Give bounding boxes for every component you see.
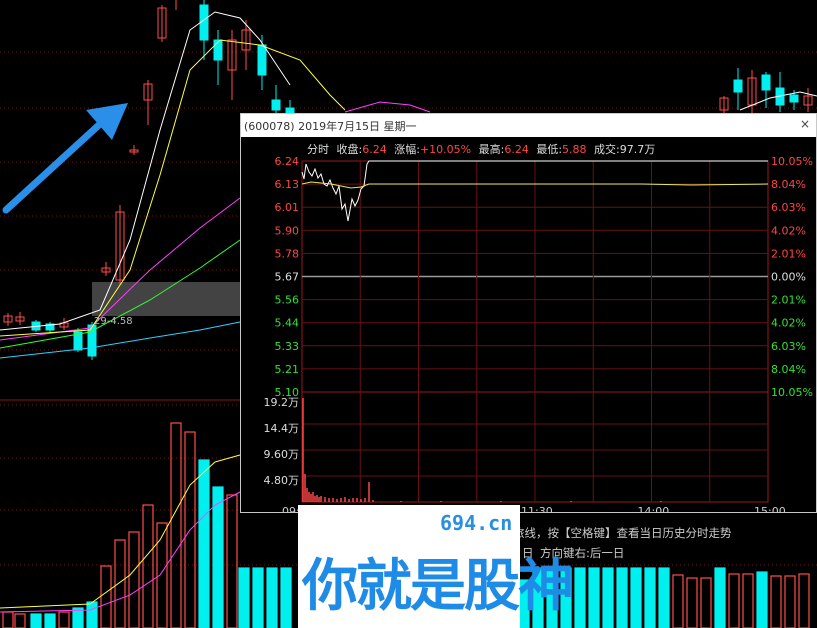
- percent-axis-label: 8.04%: [771, 363, 806, 376]
- highlight-band: [92, 282, 240, 316]
- volume-bar: [2, 611, 14, 628]
- percent-axis-label: 6.03%: [771, 201, 806, 214]
- volume-axis-label: 4.80万: [264, 474, 300, 487]
- price-axis-label: 6.01: [275, 201, 300, 214]
- volume-bar: [658, 567, 670, 628]
- volume-bar: [742, 573, 754, 628]
- price-axis-label: 5.21: [275, 363, 300, 376]
- candlestick: [789, 94, 799, 103]
- ma20-line-right: [344, 101, 431, 113]
- volume-axis-label: 14.4万: [264, 422, 300, 435]
- volume-bar: [266, 567, 278, 628]
- volume-bar: [198, 459, 210, 628]
- volume-bar: [14, 613, 26, 628]
- time-axis-label: 11:30: [521, 505, 553, 512]
- price-axis-label: 6.13: [275, 178, 300, 191]
- volume-axis-label: 19.2万: [264, 396, 300, 409]
- volume-bar: [630, 567, 642, 628]
- percent-axis-label: 2.01%: [771, 294, 806, 307]
- volume-bar: [212, 486, 224, 628]
- volume-bar: [44, 613, 56, 628]
- volume-bar: [700, 577, 712, 628]
- percent-axis-label: 6.03%: [771, 340, 806, 353]
- watermark-text: 你就是股神: [302, 554, 574, 619]
- volume-bar: [714, 567, 726, 628]
- intraday-chart: 6.24 10.05% 6.13 8.04% 6.01 6.03% 5.90 4.02% 5.7…: [264, 155, 813, 512]
- volume-bar: [128, 531, 140, 628]
- volume-bar: [686, 577, 698, 628]
- volume-bar: [72, 607, 84, 628]
- price-axis-label: 5.78: [275, 247, 300, 260]
- candlestick: [733, 79, 743, 93]
- volume-bar: [280, 567, 292, 628]
- volume-bar: [574, 567, 586, 628]
- intraday-popup[interactable]: (600078) 2019年7月15日 星期一 × 分时 收盘:6.24 涨幅:…: [240, 113, 817, 513]
- volume-bar: [784, 575, 796, 628]
- percent-axis-label: 4.02%: [771, 224, 806, 237]
- volume-bar: [252, 567, 264, 628]
- watermark-logo: 694.cn 你就是股神: [298, 505, 574, 628]
- volume-bar: [100, 565, 112, 628]
- ma-value-label: 29-4.58: [94, 316, 133, 327]
- price-axis-label: 5.33: [275, 340, 300, 353]
- volume-bar: [30, 613, 42, 628]
- time-axis-label: 14:00: [638, 505, 670, 512]
- price-axis-label: 5.67: [275, 271, 300, 284]
- percent-axis-label: 8.04%: [771, 178, 806, 191]
- price-axis-label: 5.44: [275, 317, 300, 330]
- volume-bar: [170, 422, 182, 628]
- volume-bar: [58, 611, 70, 628]
- volume-bar: [86, 601, 98, 628]
- candlestick: [271, 99, 281, 111]
- volume-bar: [142, 504, 154, 628]
- volume-bar: [644, 567, 656, 628]
- candlestick: [257, 44, 267, 76]
- price-axis-label: 5.56: [275, 294, 300, 307]
- volume-bar: [114, 539, 126, 628]
- percent-axis-label: 10.05%: [771, 386, 813, 399]
- volume-bar: [602, 567, 614, 628]
- volume-bar: [728, 573, 740, 628]
- volume-bar: [798, 573, 810, 628]
- volume-bar: [238, 567, 250, 628]
- percent-axis-label: 4.02%: [771, 317, 806, 330]
- annotation-arrow: [2, 120, 104, 214]
- volume-bar: [672, 574, 684, 628]
- hint-space-key: 旅线，按【空格键】查看当日历史分时走势: [513, 526, 732, 540]
- time-axis-label: 15:00: [754, 505, 786, 512]
- volume-bar: [770, 575, 782, 628]
- volume-bar: [756, 571, 768, 628]
- volume-axis-label: 9.60万: [264, 448, 300, 461]
- percent-axis-label: 2.01%: [771, 247, 806, 260]
- price-axis-label: 5.90: [275, 224, 300, 237]
- volume-bar: [588, 567, 600, 628]
- price-axis-label: 6.24: [275, 155, 300, 168]
- percent-axis-label: 0.00%: [771, 271, 806, 284]
- percent-axis-label: 10.05%: [771, 155, 813, 168]
- volume-bar: [616, 567, 628, 628]
- watermark-url: 694.cn: [440, 511, 513, 535]
- volume-bar: [226, 494, 238, 628]
- candlestick: [213, 39, 223, 61]
- candlestick: [761, 74, 771, 91]
